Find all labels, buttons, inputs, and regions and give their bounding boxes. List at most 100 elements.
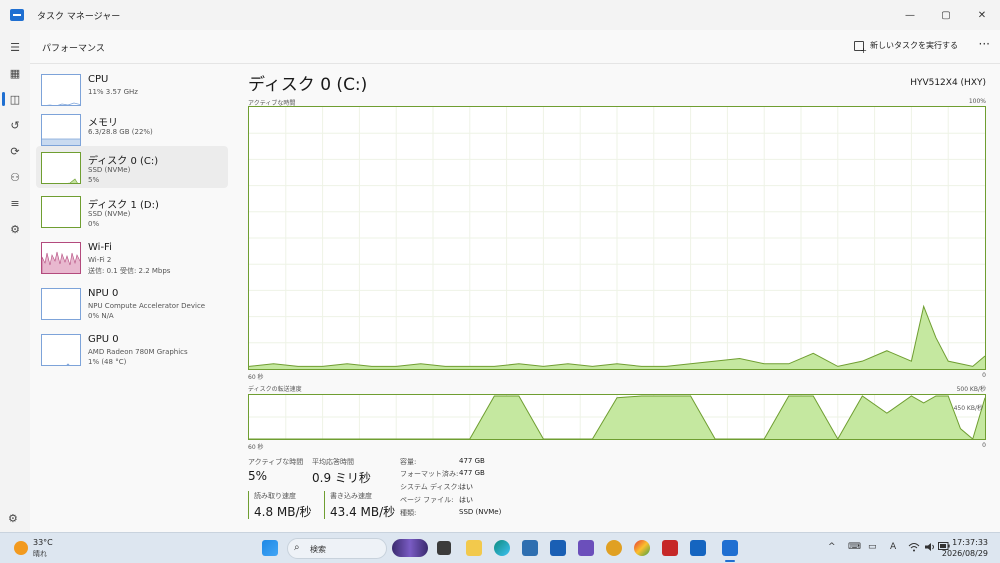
active-app-indicator [725, 560, 735, 562]
property-value: SSD (NVMe) [459, 508, 502, 516]
window-controls: — ▢ ✕ [892, 0, 1000, 30]
start-button-icon[interactable] [262, 540, 278, 556]
run-task-label: 新しいタスクを実行する [870, 41, 958, 50]
disk-model: HYV512X4 (HXY) [910, 78, 986, 88]
property-value: 477 GB [459, 457, 485, 465]
performance-content: CPU 11% 3.57 GHz メモリ 6.3/28.8 GB (22%) デ… [30, 64, 1000, 532]
property-value: はい [459, 483, 473, 491]
search-icon: ⌕ [294, 542, 300, 553]
sidebar-item-disk-1[interactable]: ディスク 1 (D:) SSD (NVMe) 0% [36, 190, 228, 232]
sidebar-item-detail: AMD Radeon 780M Graphics [88, 348, 188, 356]
close-button[interactable]: ✕ [964, 0, 1000, 30]
property-value: はい [459, 496, 473, 504]
active-time-graph [248, 106, 986, 370]
chrome-browser-icon[interactable] [634, 540, 650, 556]
disk-0-thumbnail-graph [41, 152, 81, 184]
sidebar-item-npu[interactable]: NPU 0 NPU Compute Accelerator Device 0% … [36, 282, 228, 324]
app-icon[interactable] [606, 540, 622, 556]
active-time-graph-max: 100% [968, 98, 986, 105]
processes-icon[interactable]: ▦ [8, 66, 22, 80]
task-manager-taskbar-icon[interactable] [722, 540, 738, 556]
run-task-icon [854, 40, 867, 55]
file-explorer-icon[interactable] [466, 540, 482, 556]
keyboard-icon[interactable]: ⌨ [848, 542, 861, 552]
weather-temperature[interactable]: 33°C [33, 538, 53, 547]
search-placeholder: 検索 [310, 545, 326, 554]
sidebar-item-wifi[interactable]: Wi-Fi Wi-Fi 2 送信: 0.1 受信: 2.2 Mbps [36, 236, 228, 278]
app-history-icon[interactable]: ↺ [8, 118, 22, 132]
sidebar-item-name: GPU 0 [88, 334, 119, 345]
sidebar-item-detail: SSD (NVMe) [88, 210, 131, 218]
property-key: ページ ファイル: [400, 496, 454, 504]
run-new-task-button[interactable]: 新しいタスクを実行する [854, 40, 958, 55]
transfer-graph-label: ディスクの転送速度 [248, 386, 302, 393]
sidebar-item-detail: 0% N/A [88, 312, 114, 320]
sidebar-item-detail: 6.3/28.8 GB (22%) [88, 128, 153, 136]
sidebar-item-name: Wi-Fi [88, 242, 112, 253]
avg-response-label: 平均応答時間 [312, 458, 354, 466]
taskbar: 33°C 晴れ ⌕ 検索 ^ ⌨ ▭ A 17:37:33 2026/08/29 [0, 532, 1000, 563]
sidebar-item-gpu[interactable]: GPU 0 AMD Radeon 780M Graphics 1% (48 °C… [36, 328, 228, 370]
sidebar-item-name: ディスク 0 (C:) [88, 156, 159, 167]
sidebar-item-name: CPU [88, 74, 109, 85]
gpu-thumbnail-graph [41, 334, 81, 366]
active-time-graph-right-axis: 0 [982, 372, 986, 379]
ime-mode-icon[interactable]: A [890, 542, 896, 552]
window-title: タスク マネージャー [37, 11, 121, 22]
sidebar-item-disk-0[interactable]: ディスク 0 (C:) SSD (NVMe) 5% [36, 146, 228, 188]
active-time-label: アクティブな時間 [248, 458, 304, 466]
taskbar-search[interactable]: ⌕ 検索 [287, 538, 387, 559]
sidebar-item-detail: 1% (48 °C) [88, 358, 127, 366]
details-icon[interactable]: ≡ [8, 196, 22, 210]
show-hidden-icons-chevron-icon[interactable]: ^ [828, 542, 836, 552]
outlook-icon[interactable] [550, 540, 566, 556]
sidebar-item-detail: 11% 3.57 GHz [88, 88, 138, 96]
nav-rail: ☰ ▦ ◫ ↺ ⟳ ⚇ ≡ ⚙ [0, 30, 30, 532]
minimize-button[interactable]: — [892, 0, 928, 30]
sidebar-item-detail: 5% [88, 176, 100, 184]
sidebar-item-memory[interactable]: メモリ 6.3/28.8 GB (22%) [36, 108, 228, 150]
weather-condition[interactable]: 晴れ [33, 549, 47, 559]
clock-time[interactable]: 17:37:33 [952, 538, 988, 547]
memory-thumbnail-graph [41, 114, 81, 146]
hamburger-menu-icon[interactable]: ☰ [8, 40, 22, 54]
sidebar-item-detail: 0% [88, 220, 100, 228]
task-manager-icon [10, 9, 24, 21]
store-icon[interactable] [522, 540, 538, 556]
sidebar-item-cpu[interactable]: CPU 11% 3.57 GHz [36, 68, 228, 110]
write-speed-label: 書き込み速度 [330, 492, 372, 500]
search-highlight-image[interactable] [392, 539, 428, 557]
active-time-chart [248, 107, 986, 369]
wifi-icon[interactable] [908, 542, 920, 555]
snipping-tool-icon[interactable] [662, 540, 678, 556]
sidebar-item-detail: NPU Compute Accelerator Device [88, 302, 206, 310]
transfer-graph-right-axis: 0 [982, 442, 986, 449]
visual-studio-icon[interactable] [578, 540, 594, 556]
read-speed-value: 4.8 MB/秒 [254, 505, 312, 519]
remote-desktop-icon[interactable] [690, 540, 706, 556]
task-view-icon[interactable] [437, 541, 451, 555]
property-key: 容量: [400, 458, 417, 466]
clock-date[interactable]: 2026/08/29 [942, 549, 988, 558]
property-key: フォーマット済み: [400, 470, 459, 478]
display-icon[interactable]: ▭ [868, 542, 877, 552]
edge-browser-icon[interactable] [494, 540, 510, 556]
write-divider [324, 491, 325, 519]
more-options-button[interactable]: ··· [979, 37, 990, 51]
transfer-graph-left-axis: 60 秒 [248, 444, 264, 451]
transfer-rate-chart [249, 395, 986, 441]
property-key: システム ディスク: [400, 483, 460, 491]
volume-icon[interactable] [924, 542, 936, 555]
settings-gear-icon[interactable]: ⚙ [8, 512, 18, 525]
transfer-graph-mid: 450 KB/秒 [953, 405, 983, 412]
active-time-graph-left-axis: 60 秒 [248, 374, 264, 381]
performance-icon[interactable]: ◫ [8, 92, 22, 106]
weather-sun-icon[interactable] [14, 541, 28, 555]
transfer-graph-max: 500 KB/秒 [956, 386, 986, 393]
users-icon[interactable]: ⚇ [8, 170, 22, 184]
services-icon[interactable]: ⚙ [8, 222, 22, 236]
transfer-rate-graph: 450 KB/秒 [248, 394, 986, 441]
disk-title: ディスク 0 (C:) [248, 75, 368, 95]
maximize-button[interactable]: ▢ [928, 0, 964, 30]
startup-apps-icon[interactable]: ⟳ [8, 144, 22, 158]
